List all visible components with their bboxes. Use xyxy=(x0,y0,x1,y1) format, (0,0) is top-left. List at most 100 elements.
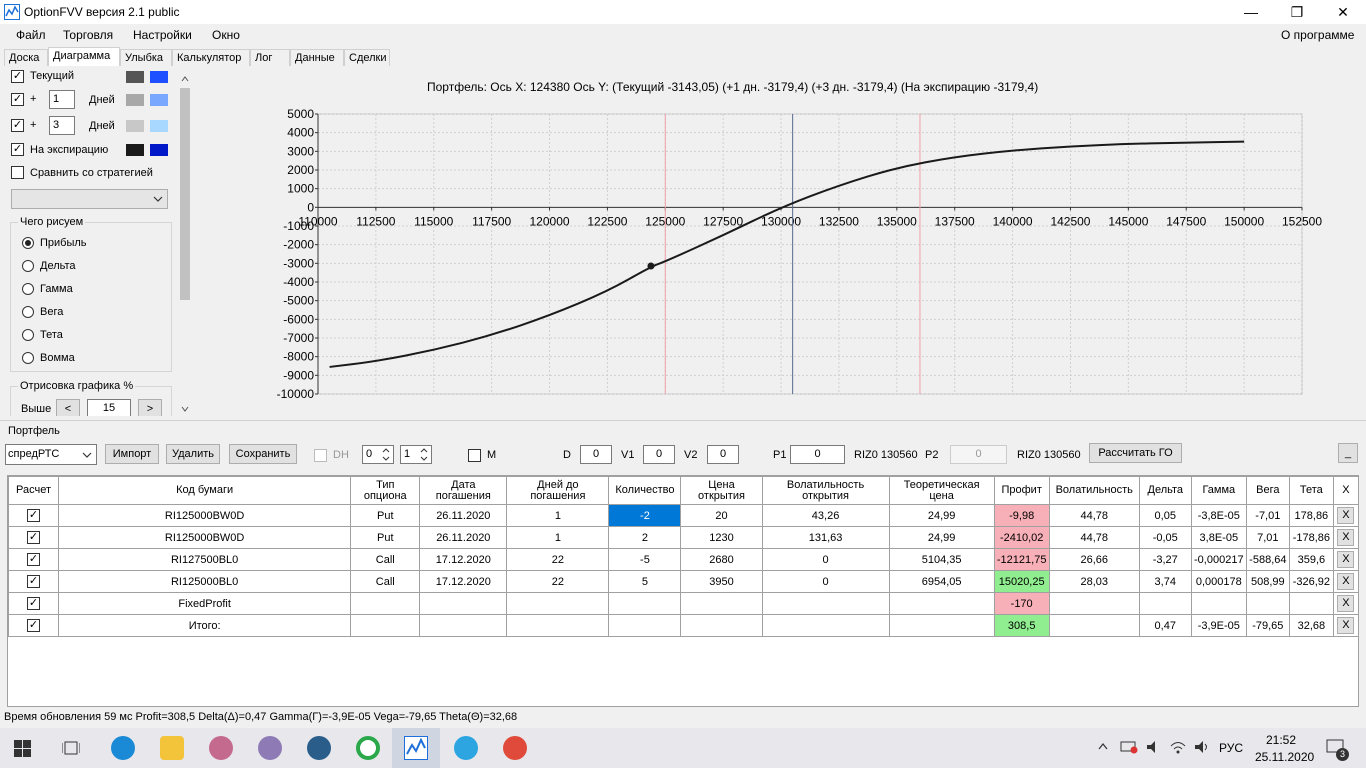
current-color-a[interactable] xyxy=(126,71,144,83)
expiration-color-a[interactable] xyxy=(126,144,144,156)
radio-delta[interactable] xyxy=(22,260,34,272)
strategy-dropdown[interactable] xyxy=(11,189,168,209)
current-color-b[interactable] xyxy=(150,71,168,83)
tab-board[interactable]: Доска xyxy=(4,49,48,67)
remove-row-button[interactable]: X xyxy=(1337,595,1355,612)
calc-checkbox-cell[interactable]: ✓ xyxy=(8,592,60,615)
plus1-checkbox[interactable]: ✓ xyxy=(11,93,24,106)
save-button[interactable]: Сохранить xyxy=(229,444,297,464)
v2-input[interactable]: 0 xyxy=(707,445,739,464)
menu-trade[interactable]: Торговля xyxy=(63,28,113,42)
file-explorer-icon[interactable] xyxy=(160,736,184,760)
plus3-days-input[interactable]: 3 xyxy=(49,116,75,135)
table-row[interactable]: ✓ RI125000BL0 Call 17.12.2020 22 5 3950 0 6954,0… xyxy=(8,570,1358,593)
import-button[interactable]: Импорт xyxy=(105,444,159,464)
profit-chart[interactable]: 500040003000200010000-1000-2000-3000-400… xyxy=(192,66,1366,416)
expiration-checkbox[interactable]: ✓ xyxy=(11,143,24,156)
radio-theta[interactable] xyxy=(22,329,34,341)
cell-количество[interactable] xyxy=(608,614,682,637)
header-vega[interactable]: Вега xyxy=(1245,476,1290,505)
scrollbar-thumb[interactable] xyxy=(180,88,190,300)
remove-row-cell[interactable]: X xyxy=(1332,548,1358,571)
cell-количество[interactable] xyxy=(608,592,682,615)
tab-diagram[interactable]: Диаграмма xyxy=(48,47,120,67)
above-increase-button[interactable]: > xyxy=(138,399,162,416)
remove-row-cell[interactable]: X xyxy=(1332,526,1358,549)
telegram-icon[interactable] xyxy=(454,736,478,760)
menu-window[interactable]: Окно xyxy=(212,28,240,42)
clock-time[interactable]: 21:52 xyxy=(1266,733,1296,747)
remove-row-cell[interactable]: X xyxy=(1332,570,1358,593)
left-panel-scrollbar[interactable] xyxy=(178,74,192,414)
language-indicator[interactable]: РУС xyxy=(1219,741,1243,755)
remove-row-button[interactable]: X xyxy=(1337,551,1355,568)
radio-profit[interactable] xyxy=(22,237,34,249)
radio-vega[interactable] xyxy=(22,306,34,318)
calc-checkbox-cell[interactable]: ✓ xyxy=(8,504,60,527)
expiration-color-b[interactable] xyxy=(150,144,168,156)
header-type[interactable]: Тип опциона xyxy=(350,476,421,505)
remove-row-button[interactable]: X xyxy=(1337,573,1355,590)
tab-calculator[interactable]: Калькулятор xyxy=(172,49,250,67)
p1-input[interactable]: 0 xyxy=(790,445,845,464)
plus3-color-b[interactable] xyxy=(150,120,168,132)
header-delta[interactable]: Дельта xyxy=(1138,476,1192,505)
menu-settings[interactable]: Настройки xyxy=(133,28,192,42)
header-expiry-date[interactable]: Дата погашения xyxy=(419,476,508,505)
v1-input[interactable]: 0 xyxy=(643,445,675,464)
compare-checkbox[interactable] xyxy=(11,166,24,179)
row-calc-checkbox[interactable]: ✓ xyxy=(27,509,41,522)
tab-deals[interactable]: Сделки xyxy=(344,49,390,67)
calc-checkbox-cell[interactable]: ✓ xyxy=(8,570,60,593)
header-days-left[interactable]: Дней до погашения xyxy=(506,476,610,505)
table-row[interactable]: ✓ RI127500BL0 Call 17.12.2020 22 -5 2680 0 5104,… xyxy=(8,548,1358,571)
chevron-up-icon[interactable] xyxy=(1098,743,1108,750)
paint-icon[interactable] xyxy=(258,736,282,760)
calc-margin-button[interactable]: Рассчитать ГО xyxy=(1089,443,1182,463)
task-view-icon[interactable] xyxy=(62,740,80,756)
remove-row-cell[interactable]: X xyxy=(1332,504,1358,527)
windows-start-icon[interactable] xyxy=(14,740,31,757)
cell-количество[interactable]: 5 xyxy=(608,570,682,593)
p2-input[interactable]: 0 xyxy=(950,445,1007,464)
speaker-icon[interactable] xyxy=(1194,740,1210,754)
row-calc-checkbox[interactable]: ✓ xyxy=(27,575,41,588)
row-calc-checkbox[interactable]: ✓ xyxy=(27,531,41,544)
app-icon-5[interactable] xyxy=(307,736,331,760)
dh-checkbox[interactable] xyxy=(314,449,327,462)
close-button[interactable]: ✕ xyxy=(1320,0,1366,24)
remove-row-button[interactable]: X xyxy=(1337,529,1355,546)
radio-vomma[interactable] xyxy=(22,352,34,364)
header-calc[interactable]: Расчет xyxy=(8,476,60,505)
quik-icon[interactable] xyxy=(356,736,380,760)
row-calc-checkbox[interactable]: ✓ xyxy=(27,553,41,566)
plus3-checkbox[interactable]: ✓ xyxy=(11,119,24,132)
clock-date[interactable]: 25.11.2020 xyxy=(1255,750,1314,764)
plus1-color-b[interactable] xyxy=(150,94,168,106)
portfolio-select[interactable]: спредРТС xyxy=(5,444,97,465)
header-open-vol[interactable]: Волатильность открытия xyxy=(761,476,890,505)
optionfvv-icon[interactable] xyxy=(404,736,428,760)
calc-checkbox-cell[interactable]: ✓ xyxy=(8,526,60,549)
header-gamma[interactable]: Гамма xyxy=(1190,476,1247,505)
table-row[interactable]: ✓ RI125000BW0D Put 26.11.2020 1 -2 20 43,26 24,9… xyxy=(8,504,1358,527)
row-calc-checkbox[interactable]: ✓ xyxy=(27,597,41,610)
network-icon[interactable] xyxy=(1120,740,1138,754)
spin2-input[interactable]: 1 xyxy=(400,445,432,464)
m-checkbox[interactable] xyxy=(468,449,481,462)
cell-количество[interactable]: 2 xyxy=(608,526,682,549)
calc-checkbox-cell[interactable]: ✓ xyxy=(8,614,60,637)
volume-icon[interactable] xyxy=(1146,740,1162,754)
maximize-button[interactable]: ❐ xyxy=(1274,0,1320,24)
scroll-down-icon[interactable] xyxy=(181,406,189,412)
menu-about[interactable]: О программе xyxy=(1281,28,1354,42)
scroll-up-icon[interactable] xyxy=(181,76,189,82)
cell-количество[interactable]: -5 xyxy=(608,548,682,571)
header-remove[interactable]: X xyxy=(1332,476,1358,505)
header-profit[interactable]: Профит xyxy=(993,476,1050,505)
tab-smile[interactable]: Улыбка xyxy=(120,49,172,67)
remove-row-button[interactable]: X xyxy=(1337,507,1355,524)
header-theo-price[interactable]: Теоретическая цена xyxy=(888,476,995,505)
header-code[interactable]: Код бумаги xyxy=(58,476,352,505)
table-row[interactable]: ✓ RI125000BW0D Put 26.11.2020 1 2 1230 131,63 24… xyxy=(8,526,1358,549)
